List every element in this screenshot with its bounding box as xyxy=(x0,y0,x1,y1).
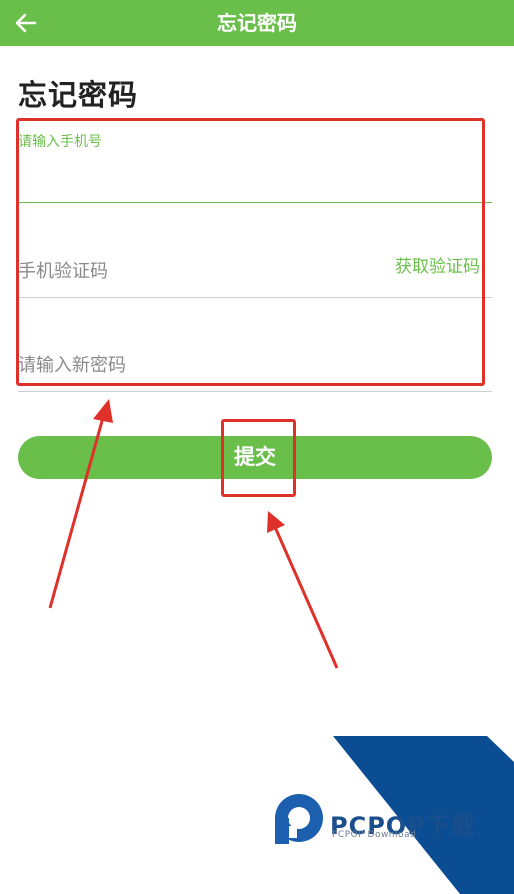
phone-field-label: 请输入手机号 xyxy=(18,134,102,150)
annotation-arrow-submit xyxy=(267,511,339,669)
code-field[interactable] xyxy=(18,203,492,298)
header-title: 忘记密码 xyxy=(217,11,297,35)
arrow-left-icon xyxy=(15,13,37,33)
watermark-subtitle: PCPOP Download xyxy=(332,830,417,840)
code-input-placeholder[interactable]: 手机验证码 xyxy=(18,257,108,283)
phone-field-underline xyxy=(18,150,492,203)
get-code-button[interactable]: 获取验证码 xyxy=(395,252,480,277)
submit-button[interactable]: 提交 xyxy=(18,436,492,479)
pcpop-logo-icon xyxy=(275,794,323,844)
password-input-placeholder[interactable]: 请输入新密码 xyxy=(18,351,126,377)
annotation-arrow-form xyxy=(48,399,113,609)
back-button[interactable] xyxy=(10,8,42,38)
page-title: 忘记密码 xyxy=(18,78,139,112)
app-header: 忘记密码 xyxy=(0,0,514,46)
password-field[interactable] xyxy=(18,298,492,392)
